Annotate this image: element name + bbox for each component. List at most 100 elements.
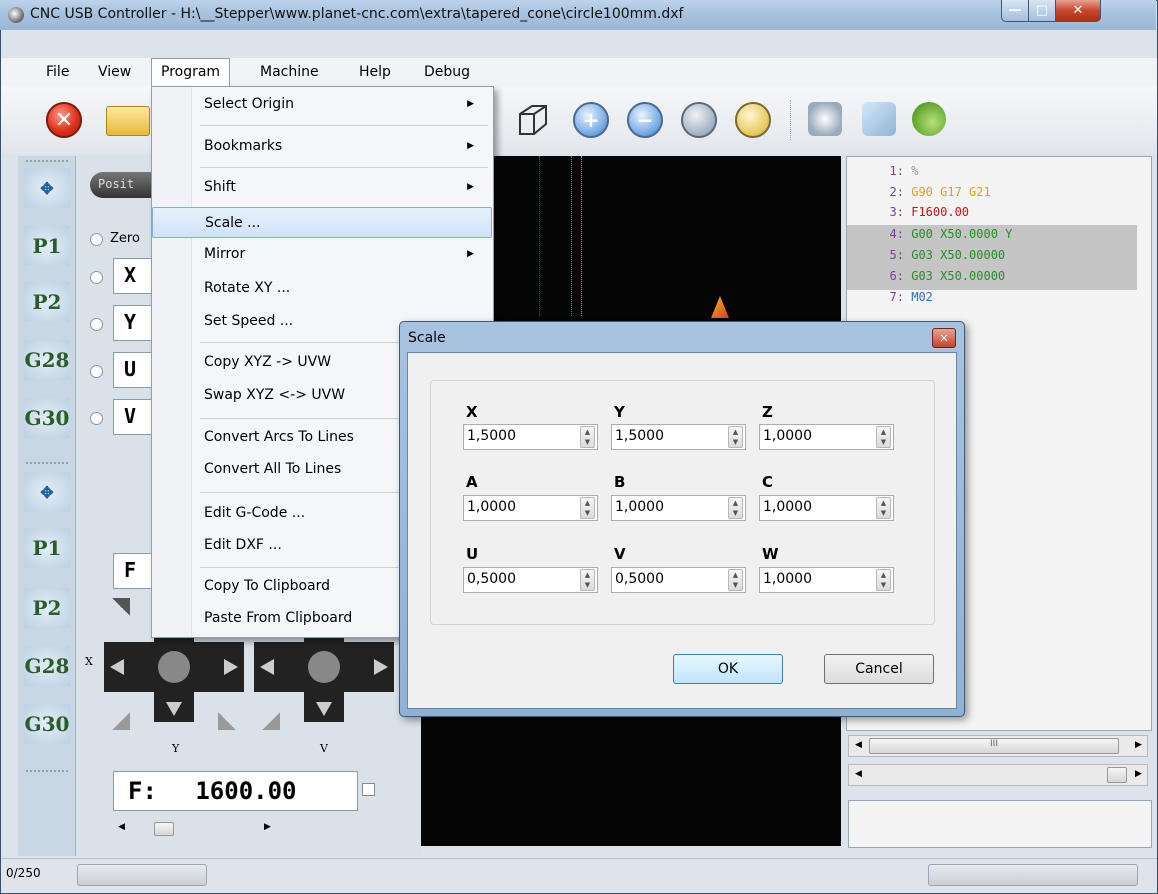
menu-program[interactable]: Program (151, 58, 231, 86)
menu-item-bookmarks[interactable]: Bookmarks ▶ (152, 131, 492, 162)
ok-button[interactable]: OK (673, 654, 783, 684)
feed-override-checkbox[interactable] (362, 783, 375, 796)
tool-icon[interactable] (808, 102, 842, 136)
scroll-thumb[interactable]: III (869, 738, 1119, 754)
scale-x-input[interactable]: 1,5000 (463, 424, 598, 450)
position-tab[interactable]: Posit (90, 172, 160, 198)
scale-x-spinner[interactable]: ▲ ▼ (580, 426, 595, 448)
scale-c-input[interactable]: 1,0000 (759, 495, 894, 521)
code-line[interactable]: 3: F1600.00 (854, 205, 969, 219)
feed-slider[interactable]: ◀ ▶ (114, 820, 274, 838)
zoom-in-icon[interactable]: + (573, 102, 609, 138)
scale-w-spinner[interactable]: ▲ ▼ (876, 569, 891, 591)
goto-p2-button[interactable]: P2 (24, 282, 70, 322)
scale-u-input[interactable]: 0,5000 (463, 567, 598, 593)
label-y: Y (614, 403, 625, 421)
view-hscroll[interactable]: ◀ ▶ (848, 764, 1148, 786)
menu-view[interactable]: View (89, 58, 140, 86)
scroll-left-icon[interactable]: ◀ (118, 822, 125, 832)
slider-thumb[interactable] (154, 822, 174, 836)
goto-g30-button[interactable]: G30 (24, 398, 70, 438)
submenu-arrow-icon: ▶ (467, 141, 474, 151)
scale-a-input[interactable]: 1,0000 (463, 495, 598, 521)
scale-v-input[interactable]: 0,5000 (611, 567, 746, 593)
scale-z-spinner[interactable]: ▲ ▼ (876, 426, 891, 448)
zoom-out-icon[interactable]: − (627, 102, 663, 138)
line-number: 4: (889, 227, 904, 241)
minimize-button[interactable]: — (1001, 0, 1029, 22)
goto-p2-button[interactable]: P2 (24, 588, 70, 628)
dialog-close-button[interactable]: ✕ (932, 328, 956, 348)
scale-z-input[interactable]: 1,0000 (759, 424, 894, 450)
code-line[interactable]: 2: G90 G17 G21 (854, 185, 991, 199)
scroll-thumb[interactable] (1107, 767, 1127, 783)
menu-item-shift[interactable]: Shift ▶ (152, 172, 492, 203)
window-title: CNC USB Controller - H:\__Stepper\www.pl… (30, 6, 684, 22)
corner-arrow-icon[interactable] (262, 712, 280, 730)
scale-a-spinner[interactable]: ▲ ▼ (580, 497, 595, 519)
code-line[interactable]: 4: G00 X50.0000 Y (854, 227, 1013, 241)
status-progress (77, 864, 207, 886)
scale-b-input[interactable]: 1,0000 (611, 495, 746, 521)
line-number: 3: (889, 205, 904, 219)
scroll-right-icon[interactable]: ▶ (264, 822, 271, 832)
line-text: G03 X50.00000 (911, 248, 1006, 262)
close-window-button[interactable]: ✕ (1055, 0, 1101, 22)
scroll-left-icon[interactable]: ◀ (855, 769, 862, 779)
probe-icon[interactable] (862, 102, 896, 136)
axis-y-radio[interactable] (90, 318, 103, 331)
move-all-icon[interactable]: ✥ (24, 168, 70, 208)
corner-arrow-icon[interactable] (112, 712, 130, 730)
code-line[interactable]: 6: G03 X50.00000 (854, 269, 1006, 283)
move-all-icon[interactable]: ✥ (24, 472, 70, 512)
goto-p1-button[interactable]: P1 (24, 528, 70, 568)
menu-item-select-origin[interactable]: Select Origin ▶ (152, 89, 492, 120)
maximize-button[interactable]: □ (1028, 0, 1056, 22)
menu-debug[interactable]: Debug (415, 58, 479, 86)
corner-arrow-icon[interactable] (218, 712, 236, 730)
scale-y-spinner[interactable]: ▲ ▼ (728, 426, 743, 448)
goto-p1-button[interactable]: P1 (24, 226, 70, 266)
zero-radio[interactable] (90, 233, 103, 246)
scroll-left-icon[interactable]: ◀ (855, 740, 862, 750)
menu-item-rotate-xy[interactable]: Rotate XY ... (152, 273, 492, 304)
axis-u-radio[interactable] (90, 365, 103, 378)
scale-b-spinner[interactable]: ▲ ▼ (728, 497, 743, 519)
code-hscroll[interactable]: ◀ III ▶ (848, 735, 1148, 757)
axis-v-radio[interactable] (90, 412, 103, 425)
code-line[interactable]: 5: G03 X50.00000 (854, 248, 1006, 262)
menu-item-mirror[interactable]: Mirror ▶ (152, 239, 492, 270)
code-line[interactable]: 1: % (854, 164, 919, 178)
axis-x-radio[interactable] (90, 271, 103, 284)
goto-g28-button[interactable]: G28 (24, 646, 70, 686)
zoom-extents-icon[interactable] (735, 102, 771, 138)
zoom-fit-icon[interactable] (681, 102, 717, 138)
open-folder-icon[interactable] (106, 106, 150, 136)
label-z: Z (762, 403, 773, 421)
menu-help[interactable]: Help (350, 58, 400, 86)
scroll-right-icon[interactable]: ▶ (1135, 769, 1142, 779)
scale-w-input[interactable]: 1,0000 (759, 567, 894, 593)
scale-c-spinner[interactable]: ▲ ▼ (876, 497, 891, 519)
cancel-button[interactable]: Cancel (824, 654, 934, 684)
scale-y-input[interactable]: 1,5000 (611, 424, 746, 450)
canvas-grid-line (539, 156, 540, 316)
goto-g28-button[interactable]: G28 (24, 340, 70, 380)
tool-change-icon[interactable] (912, 102, 946, 136)
scale-u-spinner[interactable]: ▲ ▼ (580, 569, 595, 591)
menu-machine[interactable]: Machine (251, 58, 328, 86)
menu-file[interactable]: File (37, 58, 78, 86)
stop-icon[interactable]: ✕ (46, 102, 82, 138)
scale-v-spinner[interactable]: ▲ ▼ (728, 569, 743, 591)
line-number: 6: (889, 269, 904, 283)
corner-arrow-icon[interactable] (112, 598, 130, 616)
submenu-arrow-icon: ▶ (467, 249, 474, 259)
feed-label: F: (128, 777, 157, 805)
scroll-right-icon[interactable]: ▶ (1135, 740, 1142, 750)
label-x: X (466, 403, 478, 421)
goto-g30-button[interactable]: G30 (24, 704, 70, 744)
3d-view-icon[interactable] (512, 100, 552, 140)
label-c: C (762, 473, 774, 491)
code-line[interactable]: 7: M02 (854, 290, 933, 304)
menu-item-scale[interactable]: Scale ... (152, 207, 492, 238)
